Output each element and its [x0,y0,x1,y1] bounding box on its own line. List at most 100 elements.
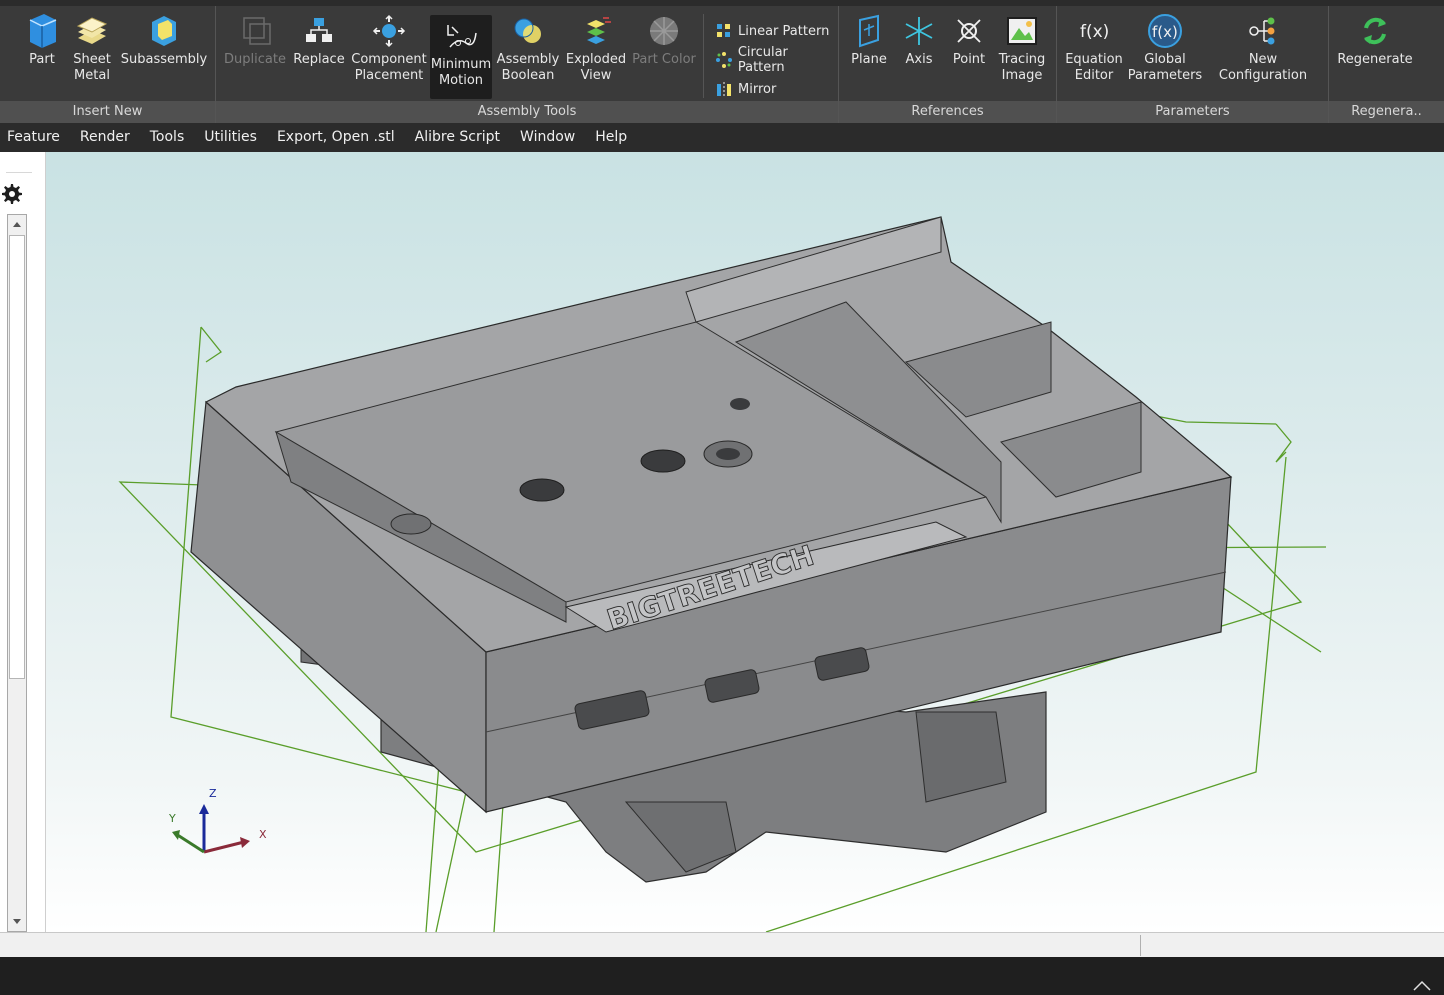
bottom-bar [0,957,1444,995]
axis-label: Axis [905,52,933,67]
linear-pattern-icon [714,21,734,41]
tracing-image-label-2: Image [1001,68,1043,83]
new-configuration-label: New Configuration [1218,52,1308,83]
minimum-motion-label-1: Minimum [430,57,492,72]
mirror-button[interactable]: Mirror [714,78,776,100]
status-divider [1140,935,1141,956]
plane-button[interactable]: Plane [849,10,889,68]
component-placement-button[interactable]: Component Placement [351,10,427,84]
group-label-insert-new: Insert New [0,101,215,123]
duplicate-icon [235,10,275,52]
menu-bar: Feature Render Tools Utilities Export, O… [0,123,1444,152]
assembly-boolean-label-2: Boolean [501,68,555,83]
scroll-down-button[interactable] [8,913,26,931]
menu-render[interactable]: Render [73,123,140,152]
ribbon: Part Sheet Metal Subassembly Insert New [0,0,1444,123]
circular-pattern-icon [714,50,734,70]
axis-button[interactable]: Axis [899,10,939,68]
minimum-motion-icon [441,15,481,57]
menu-window[interactable]: Window [513,123,585,152]
tracing-image-button[interactable]: Tracing Image [997,10,1047,84]
menu-export-open-stl[interactable]: Export, Open .stl [270,123,405,152]
sheet-metal-icon [72,10,112,52]
point-button[interactable]: Point [949,10,989,68]
svg-text:f(x): f(x) [1080,22,1109,42]
subassembly-button[interactable]: Subassembly [120,10,208,68]
menu-help[interactable]: Help [588,123,637,152]
tracing-image-label-1: Tracing [998,52,1046,67]
panel-divider [6,172,32,173]
status-bar [0,932,1444,957]
scroll-thumb[interactable] [9,235,25,679]
axis-triad: Z X Y [168,787,267,854]
replace-icon [299,10,339,52]
replace-button[interactable]: Replace [290,10,348,68]
chevron-up-icon[interactable] [1412,977,1432,991]
exploded-view-button[interactable]: Exploded View [566,10,626,84]
duplicate-button[interactable]: Duplicate [224,10,286,68]
point-label: Point [952,52,986,67]
exploded-view-label-2: View [580,68,612,83]
model-body [190,216,1233,814]
mirror-icon [714,79,734,99]
global-parameters-label-1: Global [1144,52,1186,67]
model-canvas: BIGTREETECH Z X Y [118,216,1327,932]
menu-feature[interactable]: Feature [0,123,70,152]
part-icon [22,10,62,52]
function-icon: f(x) [1074,10,1114,52]
exploded-view-icon [576,10,616,52]
linear-pattern-label: Linear Pattern [738,23,830,39]
group-regenerate: Regenerate Regenera.. [1329,6,1444,123]
sheet-metal-label-1: Sheet [73,52,111,67]
triad-x-label: X [259,828,267,841]
menu-utilities[interactable]: Utilities [197,123,267,152]
part-color-label: Part Color [632,52,696,67]
minimum-motion-button[interactable]: Minimum Motion [430,15,492,99]
gear-icon[interactable] [0,182,24,206]
subassembly-label: Subassembly [120,52,208,67]
component-placement-label-1: Component [351,52,427,67]
triad-z-label: Z [209,787,217,800]
exploded-view-label-1: Exploded [565,52,627,67]
component-placement-icon [369,10,409,52]
group-insert-new: Part Sheet Metal Subassembly Insert New [0,6,216,123]
subassembly-icon [144,10,184,52]
group-label-regenerate: Regenera.. [1329,101,1444,123]
minimum-motion-label-2: Motion [438,73,484,88]
group-assembly-tools: Duplicate Replace Component Placement Mi… [216,6,839,123]
component-placement-label-2: Placement [354,68,424,83]
equation-editor-button[interactable]: f(x) Equation Editor [1065,10,1123,84]
tracing-image-icon [1002,10,1042,52]
part-color-button[interactable]: Part Color [632,10,696,68]
ribbon-divider [703,14,704,98]
chevron-down-icon [13,919,21,924]
global-parameters-button[interactable]: f(x) Global Parameters [1127,10,1203,84]
new-configuration-button[interactable]: New Configuration [1207,10,1319,84]
circular-pattern-button[interactable]: Circular Pattern [714,45,838,75]
design-explorer-panel [0,152,46,932]
scroll-up-button[interactable] [8,215,26,233]
assembly-boolean-button[interactable]: Assembly Boolean [497,10,559,84]
group-parameters: f(x) Equation Editor f(x) Global Paramet… [1057,6,1329,123]
menu-alibre-script[interactable]: Alibre Script [408,123,510,152]
mirror-label: Mirror [738,81,777,97]
regenerate-button[interactable]: Regenerate [1337,10,1413,68]
group-references: Plane Axis Point Tracing Image Reference… [839,6,1057,123]
axis-icon [899,10,939,52]
menu-tools[interactable]: Tools [143,123,195,152]
part-button[interactable]: Part [22,10,62,68]
triad-y-label: Y [168,812,176,825]
point-icon [949,10,989,52]
sheet-metal-button[interactable]: Sheet Metal [70,10,114,84]
3d-viewport[interactable]: BIGTREETECH Z X Y [46,152,1444,932]
equation-editor-label-2: Editor [1074,68,1114,83]
replace-label: Replace [293,52,345,67]
plane-icon [849,10,889,52]
panel-scrollbar[interactable] [7,214,27,932]
configuration-tree-icon [1243,10,1283,52]
sheet-metal-label-2: Metal [74,68,110,83]
global-parameters-label-2: Parameters [1127,68,1203,83]
app-window: Part Sheet Metal Subassembly Insert New [0,0,1444,995]
linear-pattern-button[interactable]: Linear Pattern [714,20,829,42]
part-label: Part [29,52,55,67]
